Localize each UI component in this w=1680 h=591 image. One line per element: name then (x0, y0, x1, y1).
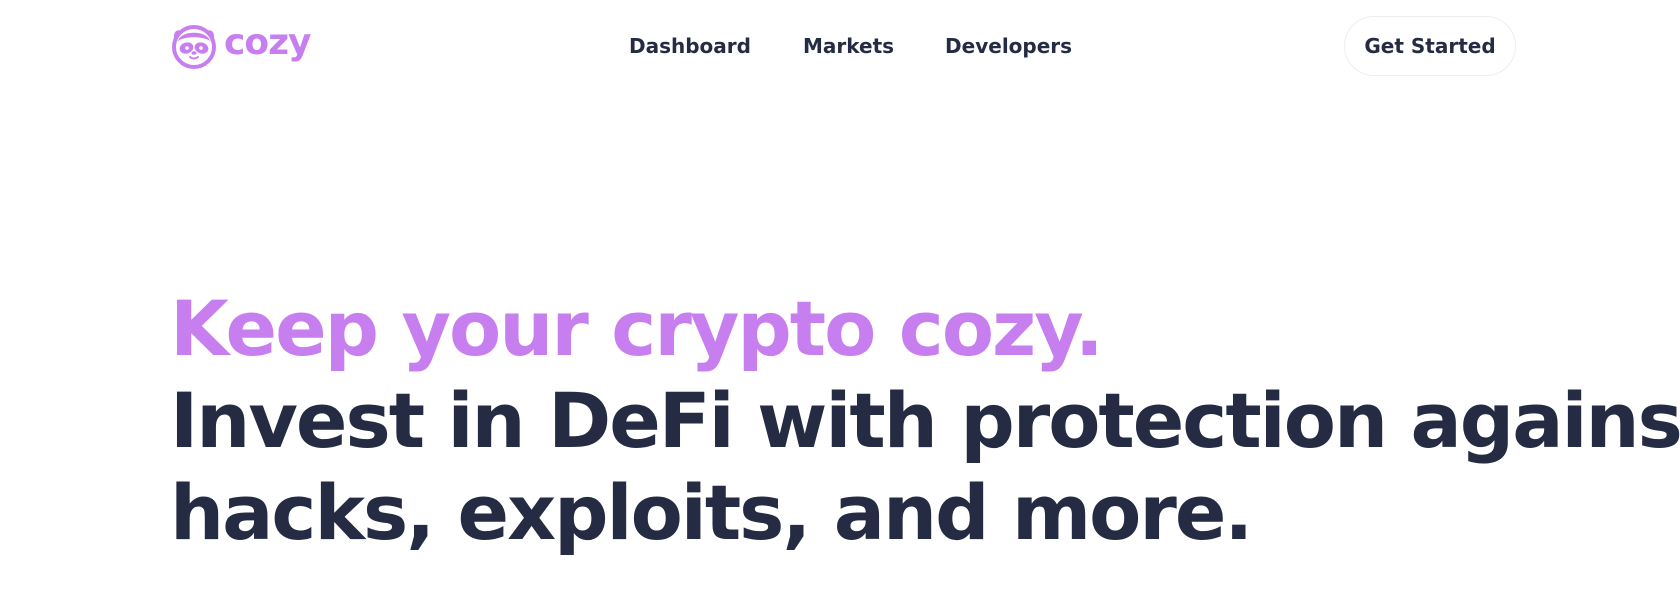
logo-link[interactable]: cozy (170, 20, 311, 72)
nav-link-developers[interactable]: Developers (945, 34, 1072, 58)
nav-link-markets[interactable]: Markets (803, 34, 894, 58)
main-nav: Dashboard Markets Developers (629, 27, 1072, 65)
logo-wordmark: cozy (224, 22, 311, 63)
hero-tagline: Keep your crypto cozy. (170, 284, 1104, 373)
hero-headline-line-2: hacks, exploits, and more. (170, 468, 1253, 557)
top-navbar: cozy Dashboard Markets Developers Get St… (0, 0, 1680, 92)
nav-link-dashboard[interactable]: Dashboard (629, 34, 751, 58)
hero-section: Keep your crypto cozy. Invest in DeFi wi… (170, 283, 1680, 559)
sloth-face-icon (172, 25, 216, 69)
get-started-button[interactable]: Get Started (1344, 16, 1516, 76)
landing-page: cozy Dashboard Markets Developers Get St… (0, 0, 1680, 591)
hero-headline-line-1: Invest in DeFi with protection against (170, 376, 1680, 465)
